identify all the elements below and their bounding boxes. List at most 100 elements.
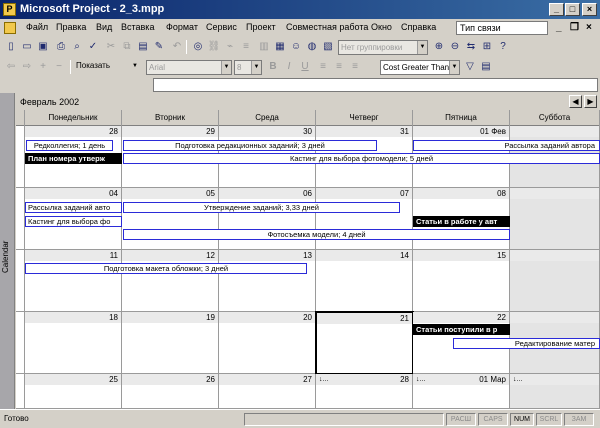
doc-restore-button[interactable]: ❐ <box>570 22 579 33</box>
minus-icon[interactable]: − <box>52 60 66 74</box>
format-painter-icon[interactable]: ✎ <box>152 40 166 54</box>
milestone-task[interactable]: Статьи поступили в р <box>413 324 510 335</box>
weekend-cell[interactable]: ↓... <box>510 374 600 409</box>
assign-resources-icon[interactable]: ☺ <box>289 40 303 54</box>
save-icon[interactable]: ▣ <box>36 40 50 54</box>
prev-month-button[interactable]: ◀ <box>569 95 582 108</box>
goto-task-icon[interactable]: ⇆ <box>464 40 478 54</box>
entry-field[interactable] <box>153 78 598 92</box>
task-bar[interactable]: Утверждение заданий; 3,33 дней <box>123 202 400 213</box>
doc-minimize-button[interactable]: _ <box>556 22 562 33</box>
menu-edit[interactable]: Правка <box>56 22 86 32</box>
selected-day-cell[interactable]: 21 <box>315 311 414 375</box>
maximize-button[interactable]: □ <box>565 3 580 16</box>
filter-select[interactable]: Cost Greater Than ▼ <box>380 60 460 75</box>
spelling-icon[interactable]: ✓ <box>86 40 100 54</box>
weekend-cell[interactable] <box>510 250 600 312</box>
autofilter-icon[interactable]: ▽ <box>463 60 477 74</box>
menu-help[interactable]: Справка <box>401 22 436 32</box>
milestone-task[interactable]: План номера утверж <box>25 153 122 164</box>
task-bar[interactable]: Редколлегия; 1 день <box>26 140 113 151</box>
day-cell[interactable]: ↓... 01 Мар <box>413 374 510 409</box>
milestone-task[interactable]: Статьи в работе у авт <box>413 216 510 227</box>
menu-window[interactable]: Окно <box>371 22 392 32</box>
day-cell[interactable]: 26 <box>122 374 219 409</box>
align-left-icon[interactable]: ≡ <box>316 60 330 74</box>
task-bar[interactable]: Кастинг для выбора фотомодели; 5 дней <box>123 153 600 164</box>
day-cell[interactable]: 18 <box>25 312 122 374</box>
day-cell[interactable]: 07 <box>316 188 413 250</box>
align-center-icon[interactable]: ≡ <box>332 60 346 74</box>
day-cell[interactable]: 15 <box>413 250 510 312</box>
app-icon[interactable]: P <box>3 3 16 16</box>
arrow-left-icon[interactable]: ⇦ <box>4 60 18 74</box>
close-button[interactable]: × <box>582 3 597 16</box>
task-bar[interactable]: Подготовка макета обложки; 3 дней <box>25 263 307 274</box>
menu-view[interactable]: Вид <box>96 22 112 32</box>
cut-icon[interactable]: ✂ <box>104 40 118 54</box>
menu-project[interactable]: Проект <box>246 22 276 32</box>
gantt-wizard-icon[interactable]: ▤ <box>479 60 493 74</box>
print-preview-icon[interactable]: ⌕ <box>70 40 84 54</box>
task-notes-icon[interactable]: ▦ <box>273 40 287 54</box>
menu-collaborate[interactable]: Совместная работа <box>286 22 368 32</box>
task-bar[interactable]: Рассылка заданий автора <box>413 140 600 151</box>
print-icon[interactable]: ⎙ <box>54 40 68 54</box>
weekend-cell[interactable] <box>510 188 600 250</box>
copy-picture-icon[interactable]: ⊞ <box>480 40 494 54</box>
plus-icon[interactable]: + <box>36 60 50 74</box>
workgroup-icon[interactable]: ▧ <box>321 40 335 54</box>
day-cell[interactable]: 14 <box>316 250 413 312</box>
unlink-tasks-icon[interactable]: ⌁ <box>223 40 237 54</box>
day-cell[interactable]: 05 <box>122 188 219 250</box>
undo-icon[interactable]: ↶ <box>170 40 184 54</box>
task-info-icon[interactable]: ▥ <box>257 40 271 54</box>
grouping-select[interactable]: Нет группировки ▼ <box>338 40 428 55</box>
more-tasks-indicator[interactable]: ↓... <box>513 374 522 385</box>
task-bar[interactable]: Кастинг для выбора фо <box>25 216 122 227</box>
day-cell[interactable]: 13 <box>219 250 316 312</box>
align-right-icon[interactable]: ≡ <box>348 60 362 74</box>
more-tasks-indicator[interactable]: ↓... <box>319 374 328 385</box>
underline-icon[interactable]: U <box>298 60 312 74</box>
zoom-in-icon[interactable]: ⊕ <box>432 40 446 54</box>
task-bar[interactable]: Рассылка заданий авто <box>25 202 122 213</box>
bold-icon[interactable]: B <box>266 60 280 74</box>
split-task-icon[interactable]: ≡ <box>239 40 253 54</box>
doc-close-button[interactable]: × <box>586 22 592 33</box>
document-icon[interactable] <box>4 22 16 34</box>
day-cell[interactable]: 12 <box>122 250 219 312</box>
font-select[interactable]: Arial ▼ <box>146 60 232 75</box>
day-cell[interactable]: 20 <box>219 312 316 374</box>
day-cell[interactable]: 25 <box>25 374 122 409</box>
paste-icon[interactable]: ▤ <box>136 40 150 54</box>
minimize-button[interactable]: _ <box>549 3 564 16</box>
menu-tools[interactable]: Сервис <box>206 22 237 32</box>
new-icon[interactable]: ▯ <box>4 40 18 54</box>
day-cell[interactable]: 06 <box>219 188 316 250</box>
day-cell[interactable]: 19 <box>122 312 219 374</box>
task-bar[interactable]: Фотосъемка модели; 4 дней <box>123 229 510 240</box>
menu-format[interactable]: Формат <box>166 22 198 32</box>
zoom-out-icon[interactable]: ⊖ <box>448 40 462 54</box>
copy-icon[interactable]: ⧉ <box>120 40 134 54</box>
task-bar[interactable]: Подготовка редакционных заданий; 3 дней <box>123 140 377 151</box>
day-cell[interactable]: 11 <box>25 250 122 312</box>
open-icon[interactable]: ▭ <box>20 40 34 54</box>
next-month-button[interactable]: ▶ <box>584 95 597 108</box>
hyperlink-icon[interactable]: ◎ <box>191 40 205 54</box>
italic-icon[interactable]: I <box>282 60 296 74</box>
help-icon[interactable]: ? <box>496 40 510 54</box>
show-button[interactable]: Показать <box>76 61 110 70</box>
arrow-right-icon[interactable]: ⇨ <box>20 60 34 74</box>
day-cell[interactable]: 27 <box>219 374 316 409</box>
font-size-select[interactable]: 8 ▼ <box>234 60 262 75</box>
task-bar[interactable]: Редактирование матер <box>453 338 600 349</box>
publish-icon[interactable]: ◍ <box>305 40 319 54</box>
link-tasks-icon[interactable]: ⛓ <box>207 40 221 54</box>
menu-insert[interactable]: Вставка <box>121 22 154 32</box>
help-search-input[interactable]: Тип связи <box>456 21 548 35</box>
menu-file[interactable]: Файл <box>26 22 48 32</box>
day-cell[interactable]: ↓... 28 <box>316 374 413 409</box>
more-tasks-indicator[interactable]: ↓... <box>416 374 425 385</box>
